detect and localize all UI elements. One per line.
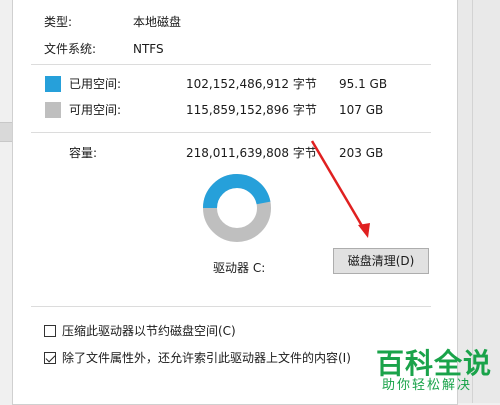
index-label[interactable]: 除了文件属性外，还允许索引此驱动器上文件的内容(I): [62, 350, 351, 366]
separator: [31, 306, 431, 307]
background-window-edge: [0, 0, 12, 403]
drive-label: 驱动器 C:: [213, 261, 266, 275]
background-window-bar: [0, 122, 12, 142]
separator: [31, 64, 431, 65]
file-system-value: NTFS: [133, 42, 164, 56]
capacity-bytes: 218,011,639,808 字节: [186, 146, 317, 160]
used-space-size: 95.1 GB: [339, 77, 388, 91]
used-space-bytes: 102,152,486,912 字节: [186, 77, 317, 91]
red-arrow-annotation: [310, 140, 370, 238]
free-space-label: 可用空间:: [69, 103, 122, 117]
file-system-label: 文件系统:: [44, 42, 97, 56]
type-value: 本地磁盘: [133, 15, 182, 29]
disk-cleanup-button[interactable]: 磁盘清理(D): [333, 248, 429, 274]
free-space-bytes: 115,859,152,896 字节: [186, 103, 317, 117]
used-space-swatch: [45, 76, 61, 92]
compress-label[interactable]: 压缩此驱动器以节约磁盘空间(C): [62, 323, 236, 339]
compress-checkbox[interactable]: [44, 325, 56, 337]
separator: [31, 132, 431, 133]
free-space-swatch: [45, 102, 61, 118]
disk-usage-donut: [203, 174, 271, 242]
watermark-subtitle: 助你轻松解决: [382, 378, 473, 393]
free-space-size: 107 GB: [339, 103, 384, 117]
capacity-label: 容量:: [69, 146, 98, 160]
index-checkbox[interactable]: [44, 352, 56, 364]
used-space-label: 已用空间:: [69, 77, 122, 91]
type-label: 类型:: [44, 15, 73, 29]
